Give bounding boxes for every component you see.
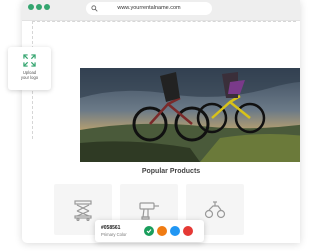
window-control-dot[interactable] <box>36 4 42 10</box>
upload-logo-card[interactable]: Upload your logo <box>8 47 51 90</box>
browser-toolbar: www.yourrentalname.com <box>22 0 300 21</box>
mountain-bikers-photo <box>80 68 300 162</box>
primary-color-picker: #058561 Primary Color <box>95 220 204 242</box>
power-drill-icon <box>139 202 159 220</box>
color-label: Primary Color <box>101 232 127 237</box>
scissor-lift-icon <box>74 200 92 221</box>
address-bar[interactable]: www.yourrentalname.com <box>86 2 212 15</box>
color-swatch-blue[interactable] <box>170 226 180 236</box>
layout-guide <box>32 21 296 22</box>
color-swatch-orange[interactable] <box>157 226 167 236</box>
atv-icon <box>204 201 226 219</box>
color-swatch-red[interactable] <box>183 226 193 236</box>
window-control-dot[interactable] <box>44 4 50 10</box>
upload-logo-label: Upload your logo <box>20 70 39 81</box>
expand-arrows-icon <box>23 54 36 67</box>
window-control-dot[interactable] <box>28 4 34 10</box>
site-preview: Popular Products <box>22 21 300 243</box>
check-icon <box>146 229 152 234</box>
section-title: Popular Products <box>141 168 201 175</box>
url-text: www.yourrentalname.com <box>117 5 181 11</box>
hero-image <box>80 68 300 162</box>
color-swatch-green[interactable] <box>144 226 154 236</box>
color-hex-value[interactable]: #058561 <box>101 225 120 231</box>
browser-window: www.yourrentalname.com Popular Products <box>22 0 300 243</box>
